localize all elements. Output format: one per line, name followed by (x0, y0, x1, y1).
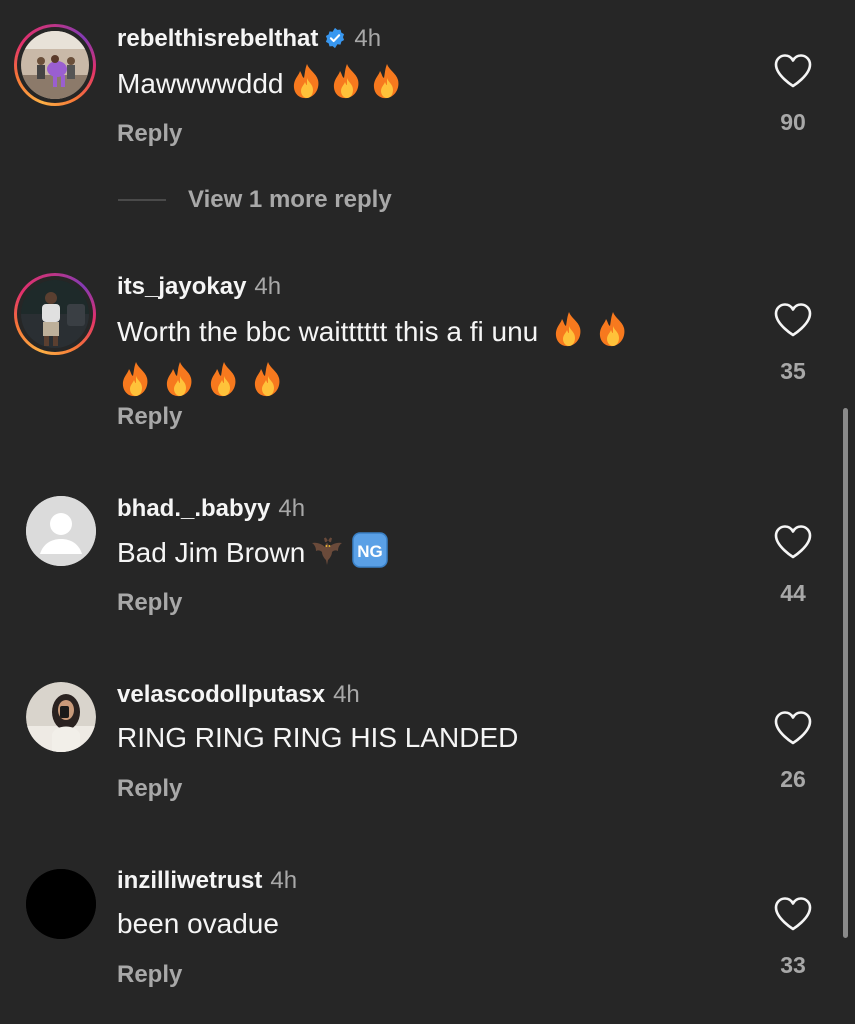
ng-button-emoji-icon: NG (351, 531, 389, 581)
heart-icon[interactable] (773, 524, 813, 560)
heart-icon[interactable] (773, 302, 813, 338)
fire-emoji-icon (290, 62, 324, 112)
comment-time: 4h (254, 273, 282, 300)
reply-button[interactable]: Reply (117, 775, 182, 803)
comment-text: Bad Jim Brown NG (117, 531, 717, 581)
username-text[interactable]: bhad._.babyy (117, 495, 270, 522)
fire-emoji-icon (370, 62, 404, 112)
heart-icon[interactable] (773, 896, 813, 932)
reply-button[interactable]: Reply (117, 961, 182, 989)
comment-time: 4h (354, 25, 382, 52)
reply-button[interactable]: Reply (117, 589, 182, 617)
verified-badge-icon (324, 27, 346, 56)
comment-username[interactable]: velascodollputasx 4h (117, 681, 360, 709)
like-count: 35 (780, 358, 806, 384)
reply-button[interactable]: Reply (117, 403, 182, 431)
view-more-replies-button[interactable]: View 1 more reply (118, 183, 392, 217)
reply-button[interactable]: Reply (117, 120, 182, 148)
avatar-placeholder[interactable] (26, 496, 96, 566)
comment-text: Worth the bbc waitttttt this a fi unu (117, 310, 717, 410)
comment-username[interactable]: its_jayokay 4h (117, 273, 281, 301)
comment-username[interactable]: inzilliwetrust 4h (117, 867, 297, 895)
like-count: 33 (780, 952, 806, 978)
comment-text: Mawwwwddd (117, 62, 717, 112)
fire-emoji-icon (330, 62, 364, 112)
comment-text: been ovadue (117, 903, 717, 945)
avatar[interactable] (26, 682, 96, 752)
comment-username[interactable]: bhad._.babyy 4h (117, 495, 305, 523)
scrollbar[interactable] (843, 408, 848, 938)
svg-text:NG: NG (358, 542, 384, 561)
comment-body: been ovadue (117, 908, 279, 939)
username-text[interactable]: inzilliwetrust (117, 867, 262, 894)
comment-time: 4h (333, 681, 360, 708)
view-more-label[interactable]: View 1 more reply (188, 186, 392, 214)
like-count: 90 (780, 109, 806, 135)
avatar-photo (21, 31, 89, 99)
username-text[interactable]: velascodollputasx (117, 681, 325, 708)
username-text[interactable]: its_jayokay (117, 273, 246, 300)
heart-icon[interactable] (773, 710, 813, 746)
comments-sheet: rebelthisrebelthat 4h Mawwwwddd Reply 90 … (0, 0, 855, 1024)
avatar[interactable] (14, 273, 96, 355)
bat-emoji-icon (309, 531, 347, 581)
like-count: 44 (780, 580, 806, 606)
username-text[interactable]: rebelthisrebelthat (117, 25, 318, 52)
comment-body: RING RING RING HIS LANDED (117, 722, 519, 753)
comment-body: Mawwwwddd (117, 68, 284, 99)
comment-time: 4h (270, 867, 298, 894)
fire-emoji-icon (207, 360, 241, 410)
heart-icon[interactable] (773, 53, 813, 89)
avatar[interactable] (14, 24, 96, 106)
thread-line (118, 199, 166, 201)
comment-body: Worth the bbc waitttttt this a fi unu (117, 316, 539, 347)
avatar[interactable] (26, 869, 96, 939)
comment-time: 4h (278, 495, 306, 522)
fire-emoji-icon (251, 360, 285, 410)
comment-body: Bad Jim Brown (117, 537, 306, 568)
fire-emoji-icon (596, 310, 630, 360)
like-count: 26 (780, 766, 806, 792)
comment-username[interactable]: rebelthisrebelthat 4h (117, 25, 381, 56)
comment-text: RING RING RING HIS LANDED (117, 717, 717, 759)
avatar-photo (21, 280, 89, 348)
fire-emoji-icon (552, 310, 586, 360)
